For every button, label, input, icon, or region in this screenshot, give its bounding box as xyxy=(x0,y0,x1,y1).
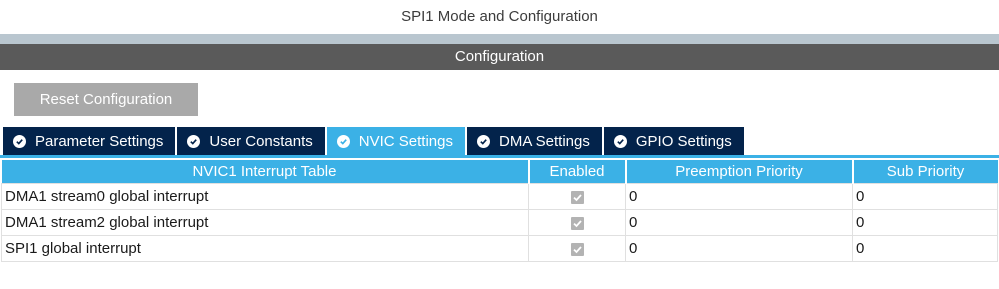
tab-label: GPIO Settings xyxy=(635,132,732,150)
table-header-row: NVIC1 Interrupt Table Enabled Preemption… xyxy=(1,160,998,184)
settings-tabs: Parameter Settings User Constants NVIC S… xyxy=(3,127,746,155)
interrupt-name: DMA1 stream2 global interrupt xyxy=(1,209,529,236)
check-circle-icon xyxy=(336,134,350,148)
sub-priority-cell[interactable]: 0 xyxy=(852,183,998,210)
column-header-sub-priority[interactable]: Sub Priority xyxy=(852,160,998,184)
enabled-cell xyxy=(528,209,626,236)
window-title: SPI1 Mode and Configuration xyxy=(0,0,999,34)
tab-label: User Constants xyxy=(209,132,313,150)
column-header-interrupt[interactable]: NVIC1 Interrupt Table xyxy=(1,160,530,184)
check-circle-icon xyxy=(613,134,627,148)
check-circle-icon xyxy=(13,134,26,148)
preemption-priority-cell[interactable]: 0 xyxy=(625,183,853,210)
column-header-preemption-priority[interactable]: Preemption Priority xyxy=(625,160,854,184)
table-row[interactable]: DMA1 stream0 global interrupt 0 0 xyxy=(1,183,998,210)
enabled-checkbox[interactable] xyxy=(570,242,584,256)
tab-user-constants[interactable]: User Constants xyxy=(177,127,325,155)
table-row[interactable]: DMA1 stream2 global interrupt 0 0 xyxy=(1,209,998,236)
enabled-checkbox[interactable] xyxy=(570,216,584,230)
tab-label: NVIC Settings xyxy=(358,132,453,150)
interrupt-name: DMA1 stream0 global interrupt xyxy=(1,183,529,210)
tab-label: DMA Settings xyxy=(499,132,590,150)
enabled-checkbox[interactable] xyxy=(570,190,584,204)
configuration-header: Configuration xyxy=(0,44,999,70)
reset-configuration-button[interactable]: Reset Configuration xyxy=(14,83,198,116)
preemption-priority-cell[interactable]: 0 xyxy=(625,235,853,262)
check-circle-icon xyxy=(187,134,201,148)
tab-label: Parameter Settings xyxy=(35,132,164,150)
enabled-cell xyxy=(528,235,626,262)
tab-gpio-settings[interactable]: GPIO Settings xyxy=(603,127,744,155)
tab-nvic-settings[interactable]: NVIC Settings xyxy=(326,127,465,155)
table-row[interactable]: SPI1 global interrupt 0 0 xyxy=(1,235,998,262)
sub-priority-cell[interactable]: 0 xyxy=(852,235,998,262)
title-divider xyxy=(0,34,999,44)
check-circle-icon xyxy=(477,134,490,148)
interrupt-name: SPI1 global interrupt xyxy=(1,235,529,262)
enabled-cell xyxy=(528,183,626,210)
sub-priority-cell[interactable]: 0 xyxy=(852,209,998,236)
column-header-enabled[interactable]: Enabled xyxy=(528,160,627,184)
nvic-interrupt-table: NVIC1 Interrupt Table Enabled Preemption… xyxy=(1,160,998,262)
tab-underline xyxy=(0,155,999,158)
preemption-priority-cell[interactable]: 0 xyxy=(625,209,853,236)
tab-parameter-settings[interactable]: Parameter Settings xyxy=(3,127,176,155)
tab-dma-settings[interactable]: DMA Settings xyxy=(467,127,602,155)
